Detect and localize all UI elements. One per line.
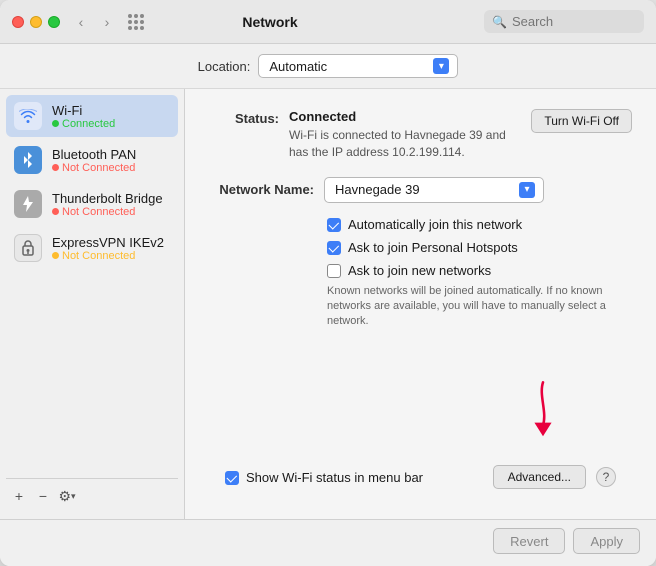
chevron-down-icon: ▾	[433, 58, 449, 74]
vpn-item-info: ExpressVPN IKEv2 Not Connected	[52, 235, 164, 262]
sidebar-item-thunderbolt[interactable]: Thunderbolt Bridge Not Connected	[6, 183, 178, 225]
vpn-status: Not Connected	[52, 250, 164, 262]
revert-button[interactable]: Revert	[493, 528, 565, 554]
thunderbolt-status-dot	[52, 208, 59, 215]
known-networks-note: Known networks will be joined automatica…	[209, 284, 632, 330]
location-value: Automatic	[269, 59, 427, 74]
checkboxes-area: Automatically join this network Ask to j…	[209, 217, 632, 278]
detail-panel: Status: Connected Wi-Fi is connected to …	[185, 89, 656, 519]
search-box[interactable]: 🔍	[484, 10, 644, 33]
auto-join-label: Automatically join this network	[348, 217, 522, 232]
show-wifi-row: Show Wi-Fi status in menu bar	[225, 470, 423, 485]
sidebar-footer: + − ⚙ ▾	[6, 478, 178, 513]
titlebar: ‹ › Network 🔍	[0, 0, 656, 44]
bluetooth-item-info: Bluetooth PAN Not Connected	[52, 147, 136, 174]
bluetooth-name: Bluetooth PAN	[52, 147, 136, 162]
traffic-lights	[12, 16, 60, 28]
wifi-status-dot	[52, 120, 59, 127]
add-network-button[interactable]: +	[8, 485, 30, 507]
bluetooth-status: Not Connected	[52, 162, 136, 174]
detail-wrapper: Status: Connected Wi-Fi is connected to …	[185, 89, 656, 519]
thunderbolt-status: Not Connected	[52, 206, 163, 218]
checkbox-auto-join: Automatically join this network	[327, 217, 632, 232]
auto-join-checkbox[interactable]	[327, 218, 341, 232]
gear-icon: ⚙	[58, 488, 71, 505]
thunderbolt-item-info: Thunderbolt Bridge Not Connected	[52, 191, 163, 218]
main-content: Wi-Fi Connected Blue	[0, 89, 656, 519]
sidebar-item-vpn[interactable]: ExpressVPN IKEv2 Not Connected	[6, 227, 178, 269]
location-label: Location:	[198, 59, 251, 74]
search-input[interactable]	[512, 14, 636, 29]
checkbox-new-networks: Ask to join new networks	[327, 263, 632, 278]
personal-hotspots-label: Ask to join Personal Hotspots	[348, 240, 518, 255]
help-button[interactable]: ?	[596, 467, 616, 487]
bluetooth-status-dot	[52, 164, 59, 171]
wifi-item-info: Wi-Fi Connected	[52, 103, 115, 130]
location-select[interactable]: Automatic ▾	[258, 54, 458, 78]
sidebar-items: Wi-Fi Connected Blue	[6, 95, 178, 474]
minimize-button[interactable]	[30, 16, 42, 28]
close-button[interactable]	[12, 16, 24, 28]
new-networks-checkbox[interactable]	[327, 264, 341, 278]
network-chevron-icon: ▾	[519, 182, 535, 198]
status-info: Connected Wi-Fi is connected to Havnegad…	[289, 109, 521, 161]
vpn-name: ExpressVPN IKEv2	[52, 235, 164, 250]
vpn-icon	[14, 234, 42, 262]
window-title: Network	[56, 14, 484, 30]
advanced-button[interactable]: Advanced...	[493, 465, 586, 489]
wifi-status: Connected	[52, 118, 115, 130]
chevron-down-icon: ▾	[71, 491, 76, 502]
thunderbolt-icon	[14, 190, 42, 218]
thunderbolt-name: Thunderbolt Bridge	[52, 191, 163, 206]
wifi-name: Wi-Fi	[52, 103, 115, 118]
network-settings-button[interactable]: ⚙ ▾	[56, 485, 78, 507]
sidebar-item-bluetooth[interactable]: Bluetooth PAN Not Connected	[6, 139, 178, 181]
network-name-row: Network Name: Havnegade 39 ▾	[209, 177, 632, 203]
checkbox-personal-hotspots: Ask to join Personal Hotspots	[327, 240, 632, 255]
status-row: Status: Connected Wi-Fi is connected to …	[209, 109, 632, 161]
action-buttons-row: Revert Apply	[0, 519, 656, 566]
apply-button[interactable]: Apply	[573, 528, 640, 554]
network-name-label: Network Name:	[209, 182, 324, 197]
location-bar: Location: Automatic ▾	[0, 44, 656, 89]
wifi-icon	[14, 102, 42, 130]
show-wifi-checkbox[interactable]	[225, 471, 239, 485]
turn-wifi-off-button[interactable]: Turn Wi-Fi Off	[531, 109, 632, 133]
show-wifi-label: Show Wi-Fi status in menu bar	[246, 470, 423, 485]
network-name-select[interactable]: Havnegade 39 ▾	[324, 177, 544, 203]
remove-network-button[interactable]: −	[32, 485, 54, 507]
sidebar: Wi-Fi Connected Blue	[0, 89, 185, 519]
status-value: Connected	[289, 109, 356, 124]
sidebar-item-wifi[interactable]: Wi-Fi Connected	[6, 95, 178, 137]
bluetooth-icon	[14, 146, 42, 174]
search-icon: 🔍	[492, 15, 507, 29]
new-networks-label: Ask to join new networks	[348, 263, 491, 278]
status-label: Status:	[209, 109, 289, 126]
bottom-bar: Show Wi-Fi status in menu bar Advanced..…	[209, 455, 632, 499]
vpn-status-dot	[52, 252, 59, 259]
network-name-value: Havnegade 39	[335, 182, 513, 197]
status-description: Wi-Fi is connected to Havnegade 39 and h…	[289, 127, 521, 161]
personal-hotspots-checkbox[interactable]	[327, 241, 341, 255]
network-preferences-window: ‹ › Network 🔍 Location: Automatic ▾	[0, 0, 656, 566]
